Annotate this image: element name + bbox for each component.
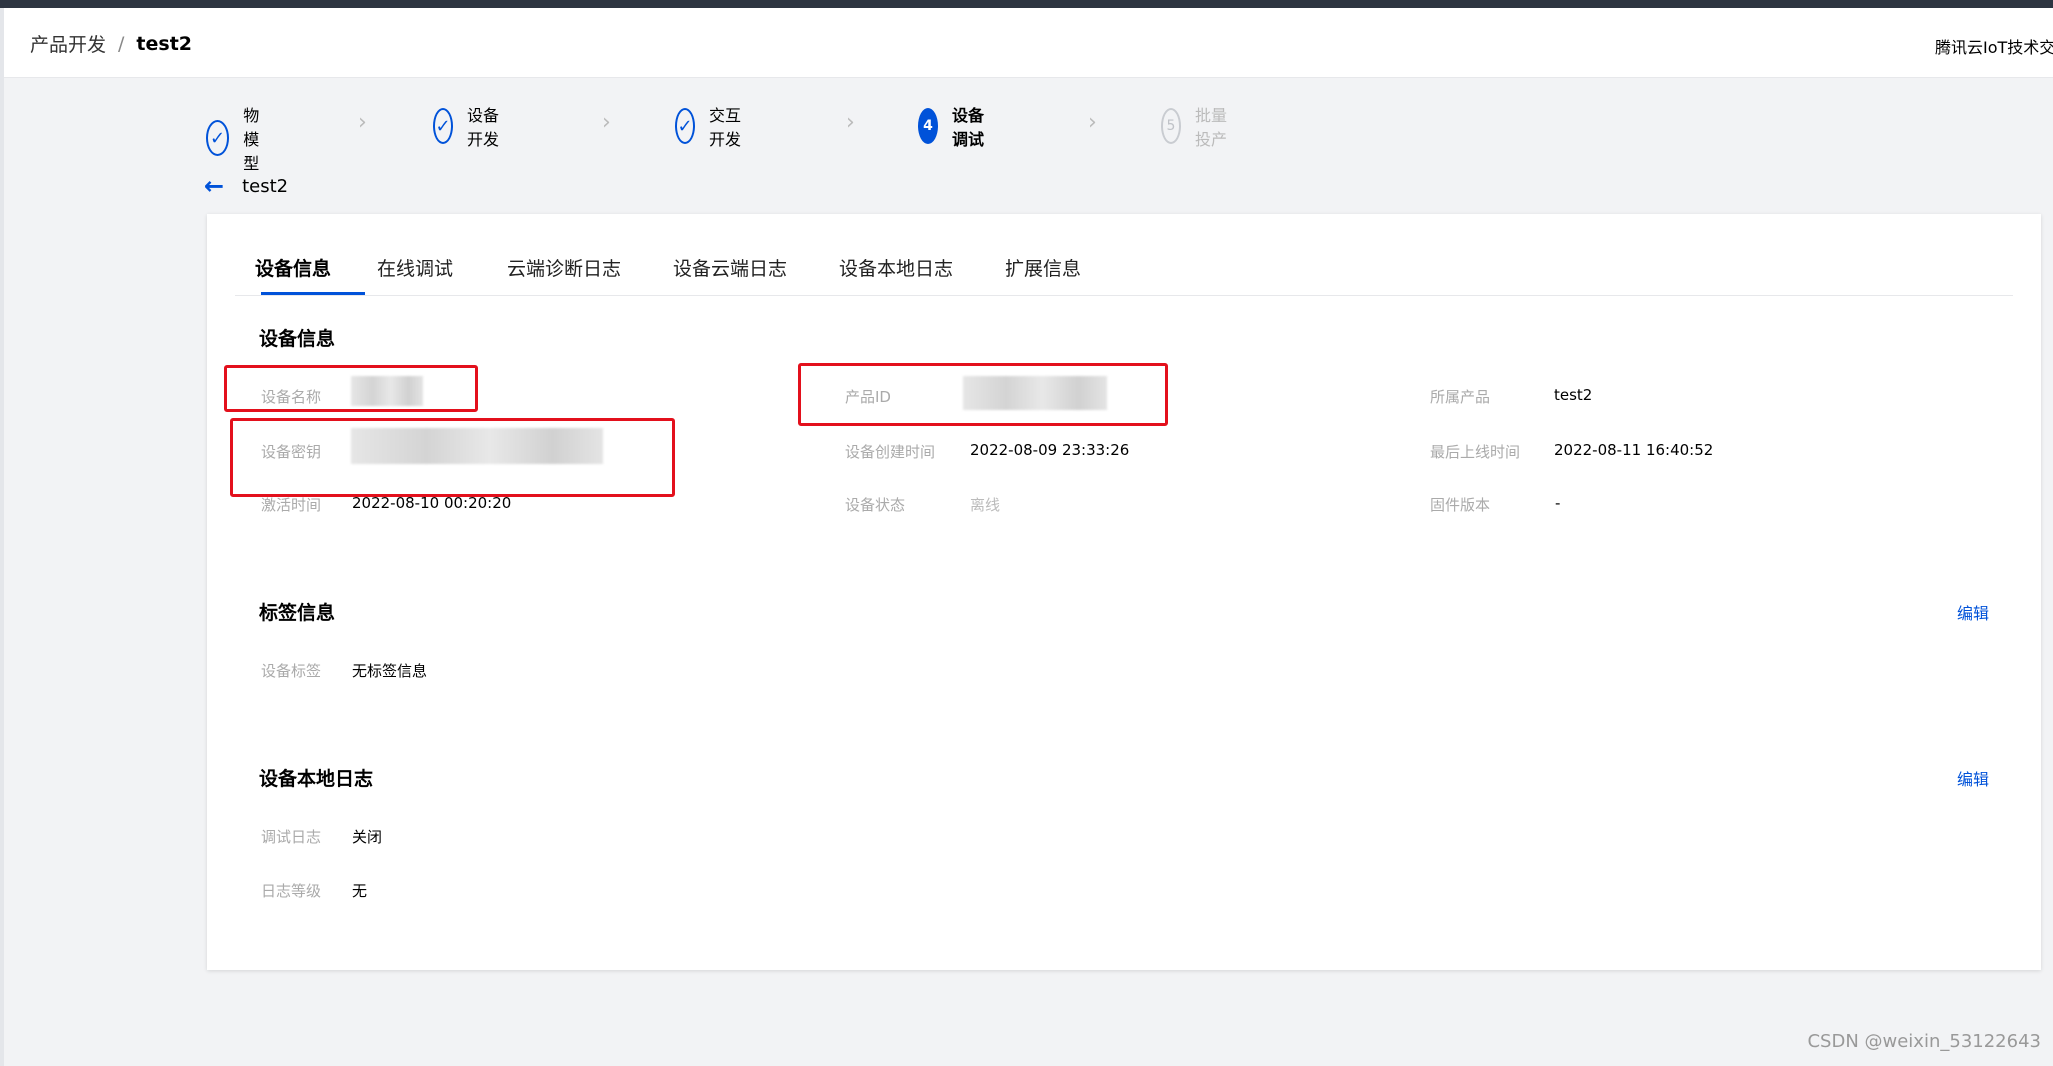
tab-online-debug[interactable]: 在线调试 [377, 254, 453, 281]
device-status-value: 离线 [970, 496, 1001, 514]
product-label: 所属产品 [1430, 388, 1491, 406]
step-number-badge: 5 [1161, 108, 1181, 144]
created-time-value: 2022-08-09 23:33:26 [970, 441, 1130, 459]
firmware-version-label: 固件版本 [1430, 496, 1491, 514]
page-title: test2 [242, 175, 289, 197]
step-mass-production[interactable]: 5 批量投产 [1161, 102, 1227, 150]
step-device-dev[interactable]: ✓ 设备开发 [433, 102, 499, 150]
chevron-right-icon: › [602, 110, 611, 135]
check-icon: ✓ [433, 108, 453, 144]
breadcrumb-parent-link[interactable]: 产品开发 [30, 30, 106, 57]
header-right-link[interactable]: 腾讯云IoT技术交 [1935, 34, 2053, 58]
highlight-box-product-id [798, 363, 1168, 426]
local-log-edit-link[interactable]: 编辑 [1957, 766, 1989, 790]
step-interaction-dev[interactable]: ✓ 交互开发 [675, 102, 741, 150]
active-tab-indicator [261, 292, 365, 295]
step-label: 设备开发 [467, 106, 500, 149]
breadcrumb: 产品开发 / test2 [30, 30, 192, 57]
log-level-value: 无 [352, 882, 368, 900]
check-icon: ✓ [206, 120, 230, 156]
activated-time-label: 激活时间 [261, 496, 322, 514]
chevron-right-icon: › [358, 110, 367, 135]
top-bar [0, 0, 2053, 8]
highlight-box-device-name [224, 365, 478, 412]
step-label: 批量投产 [1195, 106, 1228, 149]
device-status-label: 设备状态 [845, 496, 906, 514]
firmware-version-value: - [1555, 494, 1561, 512]
check-icon: ✓ [675, 108, 695, 144]
tab-extended-info[interactable]: 扩展信息 [1005, 254, 1081, 281]
watermark: CSDN @weixin_53122643 [1807, 1031, 2041, 1052]
last-online-value: 2022-08-11 16:40:52 [1554, 441, 1714, 459]
device-tag-label: 设备标签 [261, 662, 322, 680]
highlight-box-device-secret [230, 418, 675, 497]
step-thing-model[interactable]: ✓ 物模型 [206, 102, 272, 174]
tag-edit-link[interactable]: 编辑 [1957, 600, 1989, 624]
step-label: 物模型 [243, 106, 260, 173]
breadcrumb-separator: / [118, 32, 125, 55]
breadcrumb-current: test2 [136, 32, 193, 55]
back-header: ← test2 [204, 172, 288, 200]
arrow-left-icon[interactable]: ← [204, 172, 224, 200]
tab-cloud-diagnosis-log[interactable]: 云端诊断日志 [507, 254, 621, 281]
step-number-badge: 4 [918, 108, 938, 144]
log-level-label: 日志等级 [261, 882, 322, 900]
product-value: test2 [1554, 386, 1593, 404]
debug-log-value: 关闭 [352, 828, 383, 846]
step-label: 交互开发 [709, 106, 742, 149]
chevron-right-icon: › [1088, 110, 1097, 135]
chevron-right-icon: › [846, 110, 855, 135]
section-title-local-log: 设备本地日志 [259, 768, 374, 790]
device-tag-value: 无标签信息 [352, 662, 428, 680]
section-title-tag-info: 标签信息 [259, 602, 336, 624]
step-label: 设备调试 [952, 106, 985, 149]
page-header: 产品开发 / test2 腾讯云IoT技术交 [4, 8, 2053, 78]
tab-device-local-log[interactable]: 设备本地日志 [839, 254, 953, 281]
tab-bar: 设备信息 在线调试 云端诊断日志 设备云端日志 设备本地日志 扩展信息 [235, 240, 2013, 296]
tab-device-cloud-log[interactable]: 设备云端日志 [673, 254, 787, 281]
device-detail-card: 设备信息 在线调试 云端诊断日志 设备云端日志 设备本地日志 扩展信息 设备信息… [207, 214, 2041, 970]
step-device-debug[interactable]: 4 设备调试 [918, 102, 984, 150]
tab-device-info[interactable]: 设备信息 [255, 254, 331, 281]
section-title-device-info: 设备信息 [259, 328, 336, 350]
created-time-label: 设备创建时间 [845, 443, 936, 461]
last-online-label: 最后上线时间 [1430, 443, 1521, 461]
left-rail [0, 8, 4, 1066]
debug-log-label: 调试日志 [261, 828, 322, 846]
